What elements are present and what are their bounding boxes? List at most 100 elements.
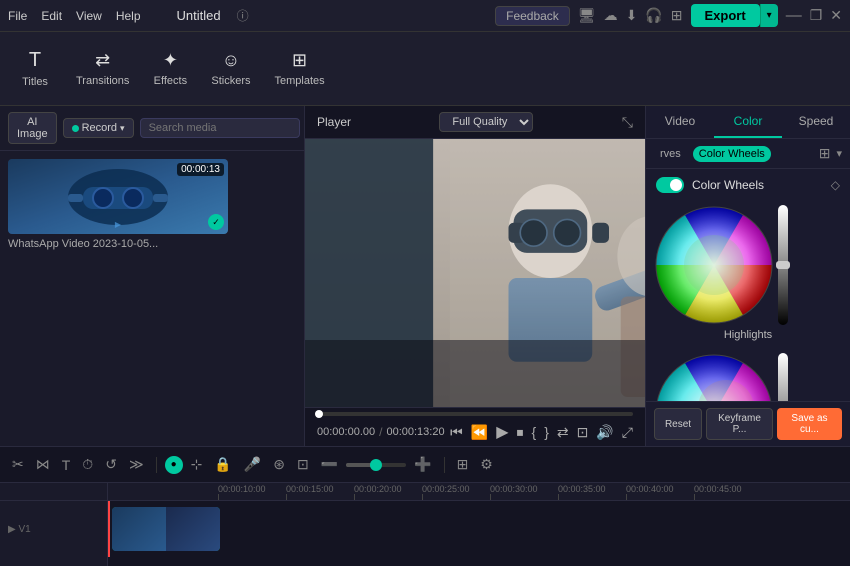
player-video[interactable] bbox=[305, 139, 645, 407]
progress-fill bbox=[317, 412, 319, 416]
keyframe-diamond-icon[interactable]: ◇ bbox=[831, 178, 840, 192]
highlights-slider-track[interactable] bbox=[778, 205, 788, 325]
export-dropdown[interactable]: ▾ bbox=[760, 4, 778, 27]
search-input[interactable] bbox=[140, 118, 300, 138]
grid-timeline-icon[interactable]: ⊞ bbox=[453, 454, 473, 475]
tool-titles[interactable]: T Titles bbox=[8, 43, 62, 94]
tool-templates[interactable]: ⊞ Templates bbox=[265, 44, 335, 93]
highlights-wheel-wrap bbox=[654, 205, 842, 325]
volume-icon[interactable]: 🔊 bbox=[596, 424, 613, 441]
headphone-icon[interactable]: 🎧 bbox=[645, 7, 662, 24]
menu-file[interactable]: File bbox=[8, 9, 27, 23]
sub-tab-colorwheels[interactable]: Color Wheels bbox=[693, 146, 771, 162]
settings-timeline-icon[interactable]: ⚙ bbox=[476, 454, 497, 475]
video-frame bbox=[305, 139, 645, 407]
snap-icon[interactable]: ⊹ bbox=[187, 454, 207, 475]
tab-video[interactable]: Video bbox=[646, 106, 714, 138]
ruler-mark-2: 00:00:20:00 bbox=[354, 484, 422, 500]
menu-edit[interactable]: Edit bbox=[41, 9, 62, 23]
rewind-icon[interactable]: ⏪ bbox=[471, 424, 488, 441]
stop-icon[interactable]: ⏹ bbox=[517, 424, 524, 441]
mark-out-icon[interactable]: } bbox=[544, 424, 549, 440]
midtones-slider[interactable] bbox=[778, 353, 788, 401]
export-button[interactable]: Export bbox=[691, 4, 760, 27]
maximize-button[interactable]: ❐ bbox=[810, 7, 823, 24]
color-wheels-toggle[interactable] bbox=[656, 177, 684, 193]
download-icon[interactable]: ⬇ bbox=[626, 7, 638, 24]
minimize-button[interactable]: — bbox=[786, 7, 802, 25]
list-item[interactable]: ▶ 00:00:13 ✓ WhatsApp Video 2023-10-05..… bbox=[8, 159, 228, 250]
crop-icon[interactable]: ⊡ bbox=[577, 424, 589, 441]
more-tools-icon[interactable]: ≫ bbox=[125, 454, 148, 475]
record-button[interactable]: Record ▾ bbox=[63, 118, 134, 138]
cloud-icon[interactable]: ☁ bbox=[604, 7, 618, 24]
ripple-icon[interactable]: ⋈ bbox=[32, 454, 54, 475]
progress-bar[interactable] bbox=[317, 412, 633, 416]
plus-zoom-icon[interactable]: ➕ bbox=[410, 454, 435, 475]
keyframe-button[interactable]: Keyframe P... bbox=[706, 408, 773, 440]
sub-tabs-arrow[interactable]: ▾ bbox=[836, 147, 842, 160]
record-dot bbox=[72, 125, 79, 132]
midtones-wheel[interactable] bbox=[654, 353, 774, 401]
mark-in-icon[interactable]: { bbox=[532, 424, 537, 440]
highlights-slider-knob[interactable] bbox=[776, 261, 790, 269]
timeline-toolbar: ✂ ⋈ T ⏱ ↺ ≫ ● ⊹ 🔒 🎤 ⊛ ⊡ ➖ ➕ ⊞ ⚙ bbox=[0, 447, 850, 483]
marker-icon[interactable]: ⊛ bbox=[269, 454, 289, 475]
play-icon[interactable]: ▶ bbox=[496, 422, 508, 442]
text-icon[interactable]: T bbox=[58, 455, 75, 475]
mic-icon[interactable]: 🎤 bbox=[240, 454, 265, 475]
highlights-slider[interactable] bbox=[778, 205, 788, 325]
menu-help[interactable]: Help bbox=[116, 9, 141, 23]
tool-effects[interactable]: ✦ Effects bbox=[143, 44, 197, 93]
timer-icon[interactable]: ⏱ bbox=[78, 454, 97, 475]
zoom-slider-wrap bbox=[346, 463, 406, 467]
tab-color[interactable]: Color bbox=[714, 106, 782, 138]
quality-select[interactable]: Full Quality bbox=[439, 112, 533, 132]
close-button[interactable]: ✕ bbox=[830, 7, 842, 24]
ruler-mark-6: 00:00:40:00 bbox=[626, 484, 694, 500]
timeline-tracks bbox=[108, 501, 850, 557]
cut-icon[interactable]: ✂ bbox=[8, 454, 28, 475]
track-labels: ▶ V1 bbox=[0, 483, 108, 566]
record-timeline-button[interactable]: ● bbox=[165, 456, 183, 474]
expand-player-icon[interactable]: ⤡ bbox=[622, 114, 633, 131]
grid-icon[interactable]: ⊞ bbox=[671, 7, 683, 24]
video-clip[interactable] bbox=[112, 507, 220, 551]
toolbar-sep2 bbox=[444, 457, 445, 473]
loop-icon[interactable]: ⇄ bbox=[557, 424, 569, 441]
timeline-right: 00:00:10:00 00:00:15:00 00:00:20:00 00:0… bbox=[108, 483, 850, 566]
progress-dot bbox=[315, 410, 323, 418]
tab-speed[interactable]: Speed bbox=[782, 106, 850, 138]
templates-icon: ⊞ bbox=[292, 50, 307, 71]
minus-zoom-icon[interactable]: ➖ bbox=[317, 454, 342, 475]
ruler-mark-5: 00:00:35:00 bbox=[558, 484, 626, 500]
ai-image-button[interactable]: AI Image bbox=[8, 112, 57, 144]
tool-stickers[interactable]: ☺ Stickers bbox=[201, 44, 260, 93]
feedback-button[interactable]: Feedback bbox=[495, 6, 570, 26]
save-custom-button[interactable]: Save as cu... bbox=[777, 408, 842, 440]
ruler-mark-3: 00:00:25:00 bbox=[422, 484, 490, 500]
audio-icon[interactable]: ↺ bbox=[101, 454, 121, 475]
sub-tab-curves[interactable]: rves bbox=[654, 146, 687, 162]
ruler-tick-2 bbox=[354, 494, 355, 500]
reset-button[interactable]: Reset bbox=[654, 408, 702, 440]
step-back-icon[interactable]: ⏮ bbox=[450, 424, 463, 441]
midtones-slider-track[interactable] bbox=[778, 353, 788, 401]
highlights-wheel[interactable] bbox=[654, 205, 774, 325]
monitor-icon[interactable]: 🖥 bbox=[578, 7, 596, 24]
expand-icon[interactable]: ⊞ bbox=[819, 145, 831, 162]
time-current: 00:00:00.00 bbox=[317, 426, 375, 438]
transition-icon[interactable]: ⊡ bbox=[293, 454, 313, 475]
fullscreen-icon[interactable]: ⤢ bbox=[622, 424, 633, 441]
tool-transitions[interactable]: ⇄ Transitions bbox=[66, 44, 139, 93]
zoom-knob[interactable] bbox=[370, 459, 382, 471]
media-grid: ▶ 00:00:13 ✓ WhatsApp Video 2023-10-05..… bbox=[0, 151, 304, 446]
titles-label: Titles bbox=[22, 76, 48, 88]
menu-view[interactable]: View bbox=[76, 9, 102, 23]
zoom-track[interactable] bbox=[346, 463, 406, 467]
ruler-spacer bbox=[0, 483, 107, 501]
transitions-label: Transitions bbox=[76, 75, 129, 87]
effects-icon: ✦ bbox=[163, 50, 178, 71]
timeline-ruler: 00:00:10:00 00:00:15:00 00:00:20:00 00:0… bbox=[108, 483, 850, 501]
lock-icon[interactable]: 🔒 bbox=[210, 454, 235, 475]
